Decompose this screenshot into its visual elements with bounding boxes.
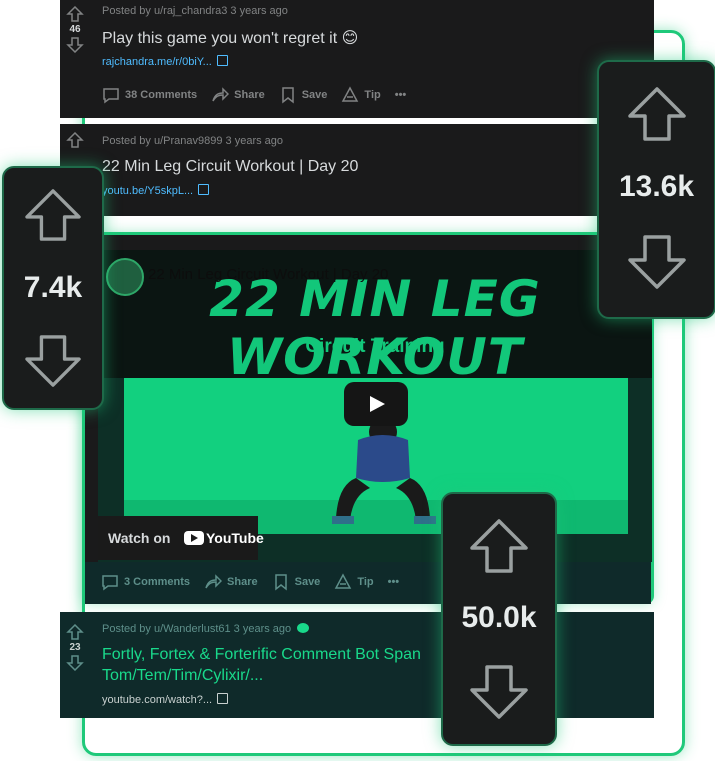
upvote-icon[interactable]	[66, 624, 84, 640]
vote-box-right: 13.6k	[597, 60, 715, 319]
watch-on-youtube-button[interactable]: Watch on YouTube	[98, 516, 264, 560]
youtube-play-icon	[184, 531, 204, 545]
video-post-actions-bar: 3 Comments Share Save Tip •••	[85, 562, 651, 604]
save-label: Save	[294, 576, 321, 588]
bookmark-icon	[274, 574, 287, 591]
share-label: Share	[234, 89, 265, 101]
comments-label: 3 Comments	[124, 576, 191, 588]
vote-count: 50.0k	[461, 601, 537, 634]
award-icon	[297, 623, 310, 633]
video-embed[interactable]: 22 MIN LEG WORKOUT Circuit Training 22 M…	[98, 250, 652, 562]
upvote-icon[interactable]	[627, 86, 687, 142]
post-link-text[interactable]: youtube.com/watch?...	[102, 694, 212, 706]
post-meta[interactable]: Posted by u/Wanderlust61 3 years ago	[102, 623, 310, 635]
tip-icon	[335, 573, 352, 589]
external-link-icon	[216, 55, 228, 66]
comments-label: 38 Comments	[125, 89, 198, 101]
post-link-text[interactable]: youtu.be/Y5skpL...	[102, 185, 193, 197]
tip-button[interactable]: Tip	[334, 573, 374, 591]
bookmark-icon	[281, 87, 294, 104]
upvote-icon[interactable]	[469, 518, 529, 574]
comment-icon	[103, 88, 119, 104]
vote-column: 23	[60, 624, 90, 671]
post-card-1[interactable]: 46 Posted by u/raj_chandra3 3 years ago …	[60, 0, 654, 118]
more-options-icon[interactable]: •••	[388, 576, 400, 588]
tip-button[interactable]: Tip	[341, 86, 381, 104]
vote-score: 46	[69, 24, 81, 35]
downvote-icon[interactable]	[469, 664, 529, 720]
youtube-logo: YouTube	[184, 530, 264, 546]
comments-button[interactable]: 3 Comments	[101, 573, 190, 591]
vote-column: 46	[60, 6, 90, 53]
comment-icon	[102, 575, 118, 591]
post-meta[interactable]: Posted by u/Pranav9899 3 years ago	[102, 135, 283, 147]
post-title-line-1[interactable]: Fortly, Fortex & Forterific Comment Bot …	[102, 646, 421, 664]
vote-count: 7.4k	[23, 271, 83, 304]
post-link[interactable]: rajchandra.me/r/0biY...	[102, 55, 228, 68]
vote-score: 23	[69, 642, 81, 653]
downvote-icon[interactable]	[24, 334, 82, 388]
downvote-icon[interactable]	[66, 37, 84, 53]
post-link-text[interactable]: rajchandra.me/r/0biY...	[102, 56, 212, 68]
share-label: Share	[227, 576, 258, 588]
post-link[interactable]: youtu.be/Y5skpL...	[102, 184, 210, 197]
channel-avatar[interactable]	[106, 258, 144, 296]
share-button[interactable]: Share	[204, 573, 258, 591]
share-button[interactable]: Share	[211, 86, 265, 104]
youtube-label: YouTube	[206, 530, 264, 546]
vote-count: 13.6k	[618, 170, 695, 203]
share-icon	[212, 87, 230, 102]
downvote-icon[interactable]	[66, 655, 84, 671]
post-actions: 3 Comments Share Save Tip •••	[101, 573, 399, 591]
video-overlay-title[interactable]: 22 Min Leg Circuit Workout | Day 20	[148, 266, 388, 283]
external-link-icon	[217, 693, 229, 704]
post-title[interactable]: Play this game you won't regret it 😊	[102, 28, 358, 48]
external-link-icon	[198, 184, 210, 195]
save-label: Save	[301, 89, 328, 101]
tip-label: Tip	[357, 576, 374, 588]
post-title-line-2[interactable]: Tom/Tem/Tim/Cylixir/...	[102, 667, 263, 685]
save-button[interactable]: Save	[279, 86, 328, 104]
upvote-icon[interactable]	[24, 188, 82, 242]
tip-icon	[342, 86, 359, 102]
tip-label: Tip	[364, 89, 381, 101]
share-icon	[205, 574, 223, 589]
upvote-icon[interactable]	[66, 6, 84, 22]
post-meta[interactable]: Posted by u/raj_chandra3 3 years ago	[102, 5, 288, 17]
downvote-icon[interactable]	[627, 234, 687, 290]
post-card-2[interactable]: Posted by u/Pranav9899 3 years ago 22 Mi…	[60, 124, 654, 216]
post-meta-text: Posted by u/Wanderlust61 3 years ago	[102, 623, 292, 635]
save-button[interactable]: Save	[272, 573, 321, 591]
upvote-icon[interactable]	[66, 132, 84, 148]
watch-on-label: Watch on	[108, 530, 171, 546]
vote-column	[60, 132, 90, 148]
video-subtitle: Circuit Training	[305, 336, 445, 357]
video-headline: 22 MIN LEG WORKOUT	[209, 270, 541, 386]
post-actions: 38 Comments Share Save Tip •••	[102, 86, 406, 104]
post-title[interactable]: 22 Min Leg Circuit Workout | Day 20	[102, 158, 358, 176]
comments-button[interactable]: 38 Comments	[102, 86, 197, 104]
post-card-3[interactable]: 23 Posted by u/Wanderlust61 3 years ago …	[60, 612, 654, 718]
more-options-icon[interactable]: •••	[395, 89, 407, 101]
post-link[interactable]: youtube.com/watch?...	[102, 693, 229, 706]
play-button[interactable]	[344, 382, 408, 426]
vote-box-left: 7.4k	[2, 166, 104, 410]
vote-box-bottom: 50.0k	[441, 492, 557, 746]
